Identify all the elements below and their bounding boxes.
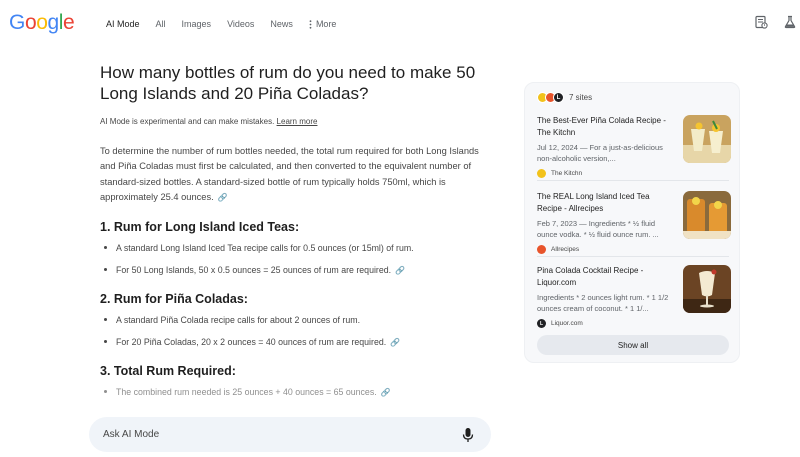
divider [537,180,729,181]
source-site: L Liquor.com [537,319,731,328]
logo-letter: G [9,11,25,34]
logo-letter: g [47,11,60,34]
sites-count: 7 sites [569,93,593,102]
source-link-icon[interactable]: 🔗 [395,265,405,277]
tab-news[interactable]: News [270,19,293,29]
long-island-thumbnail[interactable] [683,191,731,239]
section-long-island: 1. Rum for Long Island Iced Teas: A stan… [100,220,480,277]
kitchn-site-icon [537,169,546,178]
tab-videos[interactable]: Videos [227,19,254,29]
source-card-kitchn[interactable]: The Best-Ever Piña Colada Recipe - The K… [537,115,731,178]
bullet-text: The combined rum needed is 25 ounces + 4… [116,387,377,398]
disclaimer: AI Mode is experimental and can make mis… [100,117,480,126]
ai-answer: How many bottles of rum do you need to m… [100,62,480,409]
liquor-favicon-icon: L [553,92,564,103]
labs-flask-icon[interactable] [783,15,797,29]
tab-images[interactable]: Images [182,19,212,29]
bullet-text: For 20 Piña Coladas, 20 x 2 ounces = 40 … [116,337,387,348]
tab-ai-mode[interactable]: AI Mode [106,19,140,29]
section-heading: 3. Total Rum Required: [100,364,236,379]
search-tabs: AI Mode All Images Videos News More [106,19,352,29]
source-card-allrecipes[interactable]: The REAL Long Island Iced Tea Recipe - A… [537,191,731,254]
section-heading: 2. Rum for Piña Coladas: [100,292,248,307]
microphone-icon[interactable] [461,427,475,443]
site-name: The Kitchn [551,170,583,177]
pina-colada-thumbnail[interactable] [683,115,731,163]
more-label: More [315,19,337,29]
bullet-text: A standard Long Island Iced Tea recipe c… [116,243,414,254]
site-name: Allrecipes [551,246,580,253]
logo-letter: o [36,11,48,34]
liquor-site-icon: L [537,319,546,328]
allrecipes-site-icon [537,245,546,254]
source-title[interactable]: Pina Colada Cocktail Recipe - Liquor.com [537,265,673,289]
source-site: The Kitchn [537,169,731,178]
source-link-icon[interactable]: 🔗 [381,387,391,399]
show-all-button[interactable]: Show all [537,335,729,355]
divider [537,256,729,257]
logo-letter: e [63,11,75,34]
source-link-icon[interactable]: 🔗 [218,190,228,205]
source-card-liquor[interactable]: Pina Colada Cocktail Recipe - Liquor.com… [537,265,731,328]
source-link-icon[interactable]: 🔗 [390,337,400,349]
source-site: Allrecipes [537,245,731,254]
intro-text: To determine the number of rum bottles n… [100,146,479,202]
section-heading: 1. Rum for Long Island Iced Teas: [100,220,300,235]
bullet-text: A standard Piña Colada recipe calls for … [116,315,361,326]
ask-ai-mode-input[interactable]: Ask AI Mode [89,417,491,452]
tab-all[interactable]: All [156,19,166,29]
ask-placeholder: Ask AI Mode [103,429,160,440]
more-menu-button[interactable]: More [309,19,337,29]
list-item: For 20 Piña Coladas, 20 x 2 ounces = 40 … [104,336,480,349]
learn-more-link[interactable]: Learn more [277,117,318,126]
section-pina-colada: 2. Rum for Piña Coladas: A standard Piña… [100,292,480,349]
list-item: A standard Piña Colada recipe calls for … [104,314,480,326]
disclaimer-text: AI Mode is experimental and can make mis… [100,117,275,126]
list-item: For 50 Long Islands, 50 x 0.5 ounces = 2… [104,264,480,277]
source-title[interactable]: The REAL Long Island Iced Tea Recipe - A… [537,191,673,215]
more-vert-icon [309,19,312,29]
sources-panel: L 7 sites The Best-Ever Piña Colada Reci… [524,82,740,363]
pina-colada-glass-thumbnail[interactable] [683,265,731,313]
source-snippet: Ingredients * 2 ounces light rum. * 1 1/… [537,293,669,313]
list-item: The combined rum needed is 25 ounces + 4… [104,386,480,399]
section-total: 3. Total Rum Required: The combined rum … [100,364,480,399]
google-logo[interactable]: Google [9,11,75,35]
logo-letter: o [24,11,37,34]
list-item: A standard Long Island Iced Tea recipe c… [104,242,480,254]
site-name: Liquor.com [551,320,583,327]
history-icon[interactable] [754,15,768,29]
source-snippet: Feb 7, 2023 — Ingredients * ½ fluid ounc… [537,219,659,239]
intro-paragraph: To determine the number of rum bottles n… [100,144,480,205]
sites-header[interactable]: L 7 sites [537,92,592,103]
question-heading: How many bottles of rum do you need to m… [100,63,476,103]
source-title[interactable]: The Best-Ever Piña Colada Recipe - The K… [537,115,673,139]
source-snippet: Jul 12, 2024 — For a just-as-delicious n… [537,143,663,163]
bullet-text: For 50 Long Islands, 50 x 0.5 ounces = 2… [116,265,392,276]
